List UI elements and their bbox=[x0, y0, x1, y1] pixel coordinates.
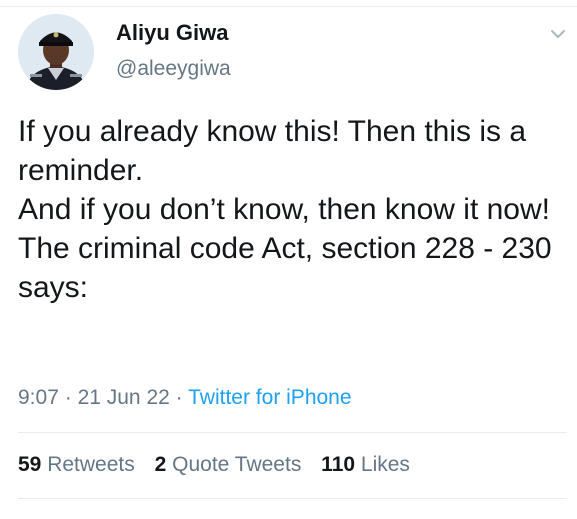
tweet-time[interactable]: 9:07 bbox=[18, 386, 59, 409]
author-display-name[interactable]: Aliyu Giwa bbox=[116, 20, 228, 46]
avatar-image bbox=[18, 14, 94, 90]
tweet-text: If you already know this! Then this is a… bbox=[18, 112, 570, 307]
tweet-meta: 9:07 · 21 Jun 22 · Twitter for iPhone bbox=[18, 386, 352, 410]
tweet-line: If you already know this! Then this is a… bbox=[18, 115, 527, 187]
quote-tweets-stat[interactable]: 2 Quote Tweets bbox=[155, 453, 302, 476]
likes-count: 110 bbox=[321, 453, 356, 476]
stats-top-divider bbox=[18, 432, 567, 433]
retweets-stat[interactable]: 59 Retweets bbox=[18, 453, 135, 476]
stats-bottom-divider bbox=[18, 498, 567, 499]
retweets-label: Retweets bbox=[47, 453, 135, 476]
tweet-date[interactable]: 21 Jun 22 bbox=[78, 386, 170, 409]
avatar[interactable] bbox=[18, 14, 94, 90]
quote-tweets-label: Quote Tweets bbox=[172, 453, 302, 476]
chevron-down-icon[interactable] bbox=[548, 24, 568, 44]
quote-tweets-count: 2 bbox=[154, 453, 167, 476]
retweets-count: 59 bbox=[18, 453, 42, 476]
top-divider bbox=[0, 0, 577, 7]
tweet-line: And if you don’t know, then know it now! bbox=[18, 193, 550, 226]
author-handle[interactable]: @aleeygiwa bbox=[116, 57, 231, 81]
tweet-line: The criminal code Act, section 228 - 230… bbox=[18, 232, 552, 304]
tweet-source-link[interactable]: Twitter for iPhone bbox=[188, 386, 351, 409]
meta-separator: · bbox=[64, 386, 72, 409]
meta-separator: · bbox=[175, 386, 183, 409]
likes-stat[interactable]: 110 Likes bbox=[321, 453, 410, 476]
likes-label: Likes bbox=[360, 453, 410, 476]
tweet-stats: 59 Retweets 2 Quote Tweets 110 Likes bbox=[18, 453, 424, 477]
